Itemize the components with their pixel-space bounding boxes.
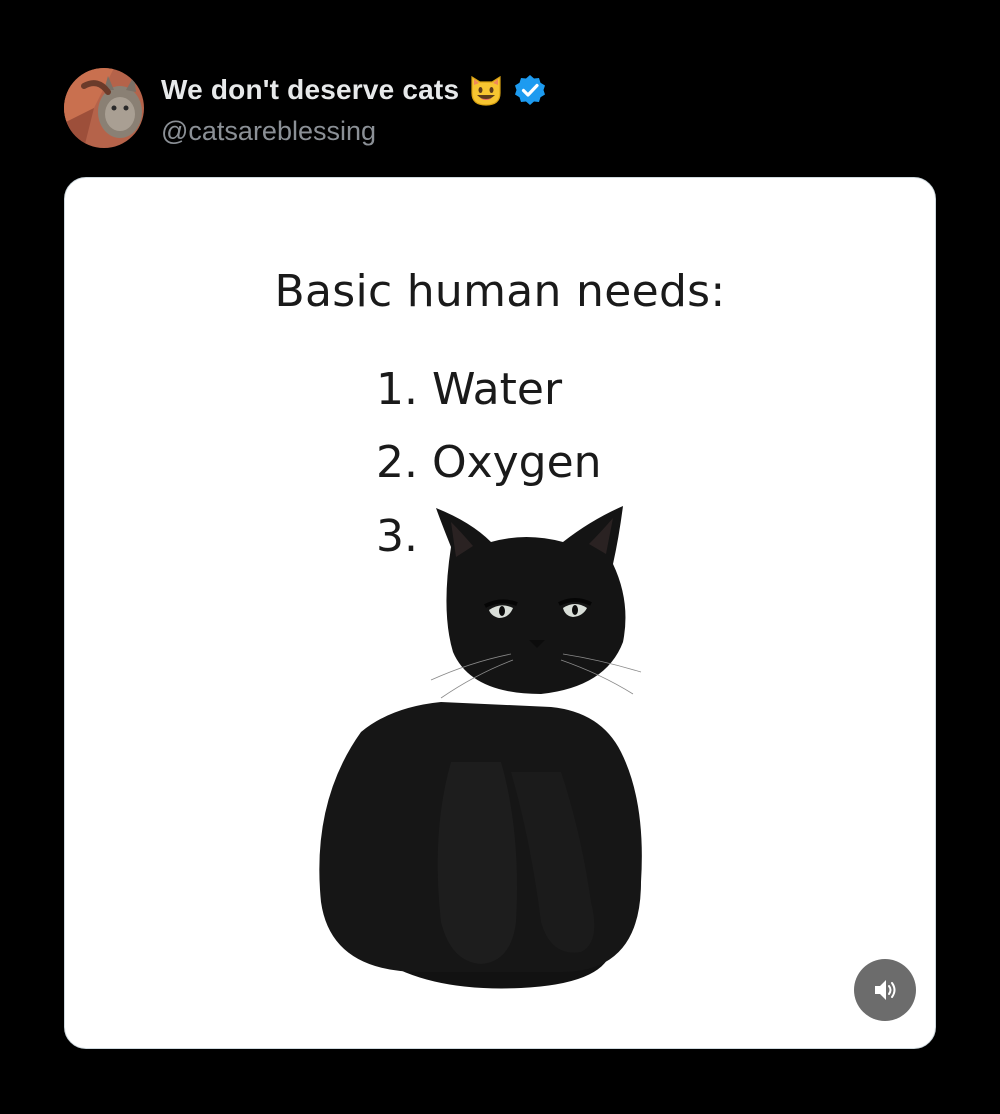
media-card[interactable]: Basic human needs: 1. Water 2. Oxygen 3. bbox=[64, 177, 936, 1049]
avatar-image bbox=[64, 68, 144, 148]
display-name[interactable]: We don't deserve cats bbox=[161, 74, 459, 106]
black-cat-image bbox=[319, 506, 642, 989]
meme-list-item: 2. Oxygen bbox=[376, 437, 602, 488]
handle[interactable]: @catsareblessing bbox=[161, 116, 376, 147]
avatar[interactable] bbox=[64, 68, 144, 148]
meme-list-item: 1. Water bbox=[376, 364, 563, 415]
smiling-cat-emoji-icon bbox=[467, 71, 505, 109]
speaker-icon bbox=[875, 980, 896, 1000]
sound-toggle-button[interactable] bbox=[854, 959, 916, 1021]
meme-title: Basic human needs: bbox=[274, 266, 726, 317]
display-name-row: We don't deserve cats bbox=[161, 70, 547, 110]
verified-badge-icon[interactable] bbox=[513, 73, 547, 107]
